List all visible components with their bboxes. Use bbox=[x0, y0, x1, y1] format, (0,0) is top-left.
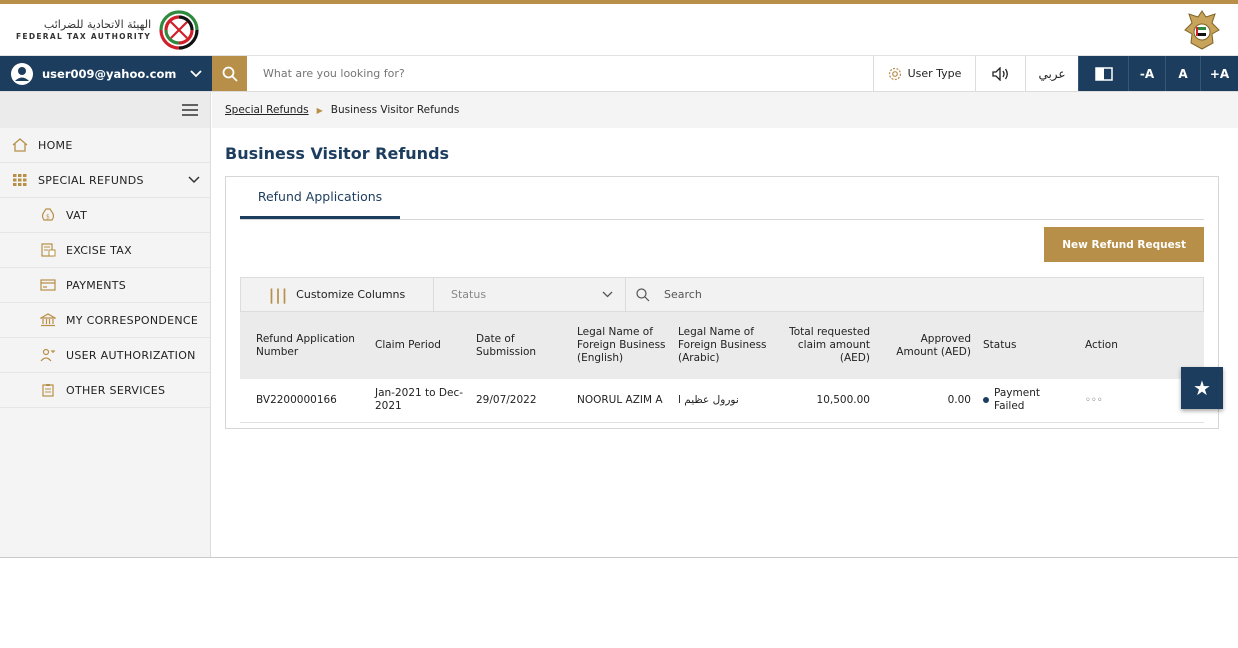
fta-logo[interactable]: الهيئة الاتحادية للضرائب FEDERAL TAX AUT… bbox=[16, 8, 201, 52]
uae-emblem-icon bbox=[1184, 9, 1220, 50]
sidebar-item-my-correspondence[interactable]: MY CORRESPONDENCE bbox=[0, 303, 210, 338]
card-icon bbox=[40, 279, 56, 291]
search-icon bbox=[222, 66, 238, 82]
hamburger-menu-icon[interactable] bbox=[182, 104, 198, 116]
breadcrumb-separator-icon: ▶ bbox=[316, 105, 323, 115]
submission-date-cell: 29/07/2022 bbox=[476, 393, 537, 406]
user-type-button[interactable]: User Type bbox=[873, 56, 975, 91]
table-header-row: Refund Application Number Claim Period D… bbox=[240, 312, 1204, 379]
global-search-input[interactable] bbox=[247, 56, 873, 91]
status-cell: Payment Failed bbox=[977, 379, 1079, 422]
contrast-toggle[interactable] bbox=[1078, 56, 1128, 91]
column-header[interactable]: Total requested claim amount (AED) bbox=[775, 312, 876, 379]
sidebar-item-user-authorization[interactable]: USER AUTHORIZATION bbox=[0, 338, 210, 373]
business-name-ar-cell: نورول عظيم ا bbox=[678, 393, 739, 406]
breadcrumb-link-special-refunds[interactable]: Special Refunds bbox=[225, 104, 309, 116]
sidebar-label: HOME bbox=[38, 138, 73, 152]
bank-icon bbox=[40, 313, 56, 327]
table-row[interactable]: BV2200000166 Jan-2021 to Dec-2021 29/07/… bbox=[240, 379, 1204, 422]
user-menu[interactable]: user009@yahoo.com bbox=[0, 56, 212, 91]
claim-period-cell: Jan-2021 to Dec-2021 bbox=[375, 387, 464, 413]
refund-applications-table: Refund Application Number Claim Period D… bbox=[240, 312, 1204, 423]
new-refund-request-button[interactable]: New Refund Request bbox=[1044, 227, 1204, 262]
fta-logo-icon bbox=[159, 9, 199, 50]
sidebar-item-excise-tax[interactable]: EXCISE TAX bbox=[0, 233, 210, 268]
sidebar-item-home[interactable]: HOME bbox=[0, 128, 210, 163]
logo-english-text: FEDERAL TAX AUTHORITY bbox=[16, 31, 152, 41]
sidebar-item-other-services[interactable]: OTHER SERVICES bbox=[0, 373, 210, 408]
svg-text:$: $ bbox=[46, 214, 50, 221]
column-header[interactable]: Claim Period bbox=[369, 312, 470, 379]
font-increase-button[interactable]: +A bbox=[1200, 56, 1238, 91]
column-header[interactable]: Legal Name of Foreign Business (Arabic) bbox=[672, 312, 775, 379]
tab-refund-applications[interactable]: Refund Applications bbox=[240, 177, 400, 219]
sidebar-item-payments[interactable]: PAYMENTS bbox=[0, 268, 210, 303]
table-search-input[interactable] bbox=[664, 288, 964, 301]
sidebar-label: PAYMENTS bbox=[66, 278, 127, 292]
breadcrumb-current: Business Visitor Refunds bbox=[330, 104, 460, 116]
chevron-down-icon bbox=[190, 69, 202, 77]
sidebar-label: EXCISE TAX bbox=[66, 243, 132, 257]
columns-icon: ||| bbox=[268, 285, 289, 304]
home-icon bbox=[12, 138, 28, 152]
refund-panel: Refund Applications New Refund Request |… bbox=[225, 176, 1219, 429]
customize-columns-button[interactable]: ||| Customize Columns bbox=[241, 278, 434, 311]
sidebar-label: OTHER SERVICES bbox=[66, 383, 166, 397]
sidebar-label: USER AUTHORIZATION bbox=[66, 348, 196, 362]
speaker-icon bbox=[991, 66, 1008, 81]
business-name-en-cell: NOORUL AZIM A bbox=[577, 393, 663, 406]
main-content: Special Refunds ▶ Business Visitor Refun… bbox=[212, 92, 1238, 557]
search-icon bbox=[636, 287, 650, 301]
clipboard-icon bbox=[42, 384, 54, 397]
gear-icon bbox=[888, 67, 901, 80]
sidebar: HOME SPECIAL REFUNDS $ VAT EXCISE TAX PA… bbox=[0, 92, 211, 557]
site-header: الهيئة الاتحادية للضرائب FEDERAL TAX AUT… bbox=[0, 4, 1238, 56]
user-type-label: User Type bbox=[907, 67, 962, 80]
customize-columns-label: Customize Columns bbox=[296, 288, 406, 301]
column-header[interactable]: Status bbox=[977, 312, 1079, 379]
refund-number-cell: BV2200000166 bbox=[256, 393, 337, 406]
chevron-down-icon bbox=[188, 176, 200, 184]
read-aloud-button[interactable] bbox=[975, 56, 1025, 91]
money-bag-icon: $ bbox=[41, 208, 55, 221]
column-header[interactable]: Date of Submission bbox=[470, 312, 571, 379]
status-text: Payment Failed bbox=[994, 387, 1040, 413]
font-normal-button[interactable]: A bbox=[1165, 56, 1200, 91]
table-filter-bar: ||| Customize Columns Status bbox=[240, 277, 1204, 312]
column-header[interactable]: Approved Amount (AED) bbox=[876, 312, 977, 379]
chevron-down-icon bbox=[602, 291, 613, 298]
user-email: user009@yahoo.com bbox=[42, 66, 177, 81]
status-filter-select[interactable]: Status bbox=[434, 278, 626, 311]
sidebar-label: MY CORRESPONDENCE bbox=[66, 313, 199, 327]
grid-icon bbox=[13, 174, 27, 186]
contrast-icon bbox=[1094, 66, 1113, 81]
toolbar: user009@yahoo.com User Type عربي -A A +A bbox=[0, 56, 1238, 92]
breadcrumb: Special Refunds ▶ Business Visitor Refun… bbox=[212, 92, 1238, 128]
approved-amount-cell: 0.00 bbox=[947, 393, 971, 406]
status-filter-placeholder: Status bbox=[451, 288, 487, 301]
global-search-button[interactable] bbox=[212, 56, 247, 91]
total-amount-cell: 10,500.00 bbox=[816, 393, 870, 406]
column-header[interactable]: Refund Application Number bbox=[240, 312, 369, 379]
user-avatar-icon bbox=[11, 62, 33, 85]
language-toggle[interactable]: عربي bbox=[1025, 56, 1078, 91]
page-title: Business Visitor Refunds bbox=[225, 144, 450, 163]
app-frame: الهيئة الاتحادية للضرائب FEDERAL TAX AUT… bbox=[0, 0, 1238, 558]
column-header[interactable]: Legal Name of Foreign Business (English) bbox=[571, 312, 672, 379]
favorites-star-button[interactable]: ★ bbox=[1181, 367, 1223, 409]
excise-document-icon bbox=[41, 243, 56, 257]
star-icon: ★ bbox=[1193, 376, 1211, 400]
tab-bar: Refund Applications bbox=[240, 177, 1204, 220]
table-search bbox=[626, 287, 1203, 302]
logo-arabic-text: الهيئة الاتحادية للضرائب bbox=[43, 17, 152, 31]
sidebar-item-vat[interactable]: $ VAT bbox=[0, 198, 210, 233]
sidebar-item-special-refunds[interactable]: SPECIAL REFUNDS bbox=[0, 163, 210, 198]
status-dot-icon bbox=[983, 397, 989, 404]
sidebar-label: SPECIAL REFUNDS bbox=[38, 173, 144, 187]
font-decrease-button[interactable]: -A bbox=[1128, 56, 1165, 91]
user-key-icon bbox=[40, 348, 55, 362]
sidebar-label: VAT bbox=[66, 208, 88, 222]
